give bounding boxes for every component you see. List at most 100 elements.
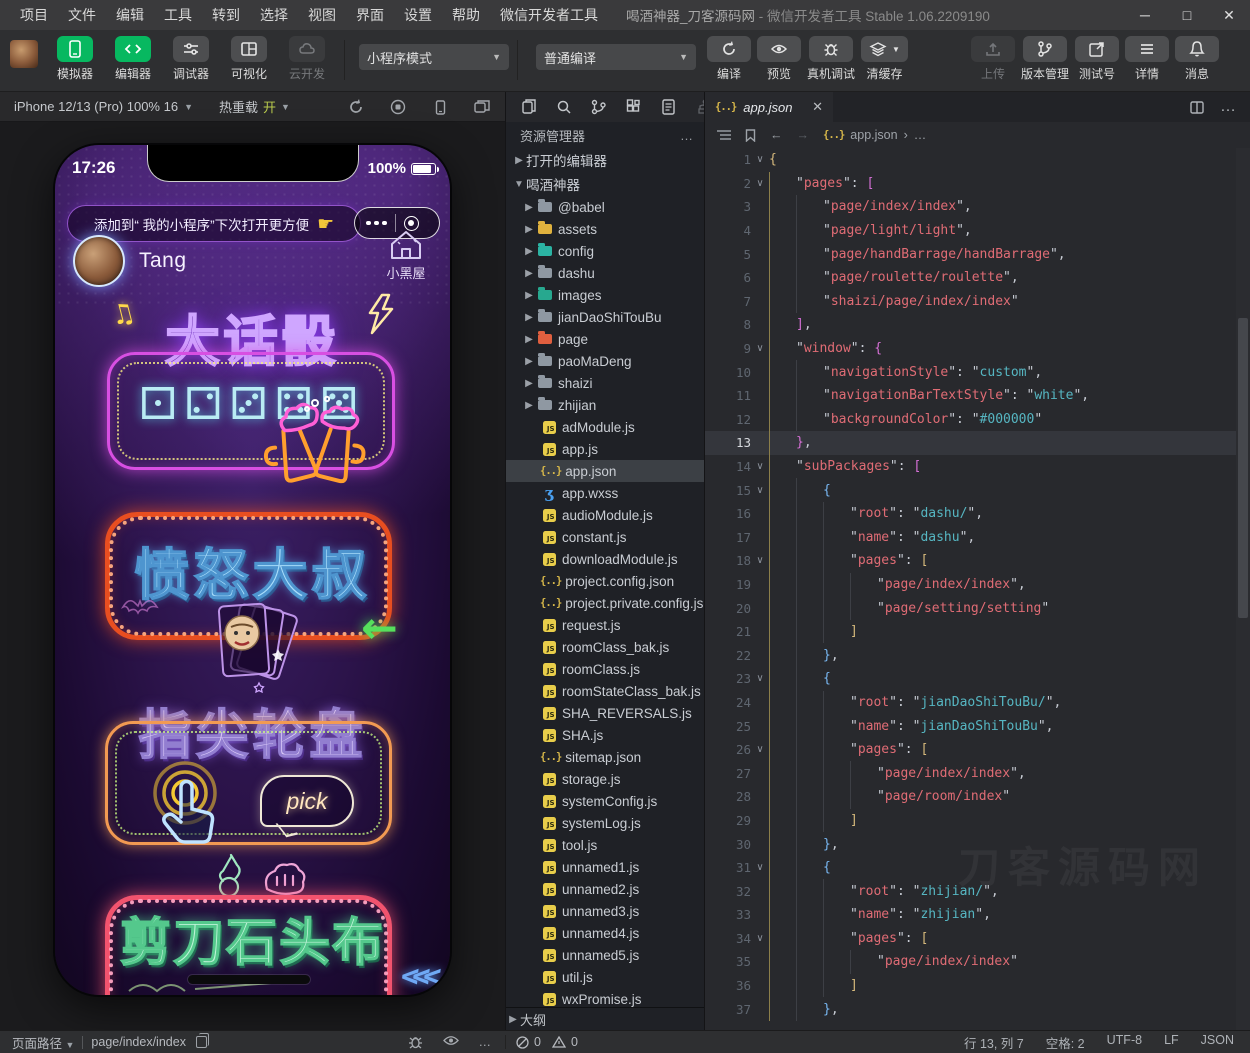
record-icon[interactable] — [389, 98, 407, 116]
menu-7[interactable]: 视图 — [298, 0, 346, 30]
tree-file-roomStateClass_bak.js[interactable]: JS roomStateClass_bak.js — [506, 680, 704, 702]
menu-1[interactable]: 项目 — [10, 0, 58, 30]
fold-chevron-icon[interactable]: ∨ — [751, 862, 769, 873]
minimize-button[interactable]: ─ — [1124, 0, 1166, 30]
preview-eye-icon[interactable] — [442, 1035, 459, 1049]
editor-more-button[interactable]: … — [1220, 98, 1236, 116]
hot-reload-toggle[interactable]: 热重载 开 ▼ — [219, 97, 290, 116]
menu-3[interactable]: 编辑 — [106, 0, 154, 30]
tree-file-app.wxss[interactable]: ʒ app.wxss — [506, 482, 704, 504]
sim-more-button[interactable]: … — [479, 1035, 492, 1049]
tree-file-app.js[interactable]: JS app.js — [506, 438, 704, 460]
tree-file-unnamed3.js[interactable]: JS unnamed3.js — [506, 900, 704, 922]
bug-button[interactable]: 真机调试 — [807, 36, 855, 82]
tree-folder-paoMaDeng[interactable]: ▶ paoMaDeng — [506, 350, 704, 372]
black-room-button[interactable]: 小黑屋 — [374, 229, 438, 282]
outline-list-icon[interactable] — [717, 129, 731, 141]
tree-folder-images[interactable]: ▶ images — [506, 284, 704, 306]
split-editor-icon[interactable] — [1190, 100, 1204, 114]
player-avatar[interactable] — [73, 235, 125, 287]
more-dots-icon[interactable] — [366, 220, 387, 226]
tab-app-json[interactable]: {..} app.json ✕ — [705, 92, 833, 122]
language-mode[interactable]: JSON — [1201, 1033, 1234, 1052]
refresh-icon[interactable] — [347, 98, 365, 116]
tree-file-roomClass_bak.js[interactable]: JS roomClass_bak.js — [506, 636, 704, 658]
tree-file-storage.js[interactable]: JS storage.js — [506, 768, 704, 790]
tree-file-unnamed5.js[interactable]: JS unnamed5.js — [506, 944, 704, 966]
nav-back-icon[interactable]: ← — [770, 128, 783, 142]
tree-folder-page[interactable]: ▶ page — [506, 328, 704, 350]
menu-10[interactable]: 帮助 — [442, 0, 490, 30]
error-count[interactable]: 0 — [534, 1035, 541, 1049]
breadcrumb[interactable]: {..} app.json › … — [823, 128, 926, 142]
fold-chevron-icon[interactable]: ∨ — [751, 744, 769, 755]
details-button[interactable]: 详情 — [1125, 36, 1169, 82]
files-icon[interactable] — [520, 98, 538, 116]
fold-chevron-icon[interactable]: ∨ — [751, 933, 769, 944]
menu-2[interactable]: 文件 — [58, 0, 106, 30]
tree-file-downloadModule.js[interactable]: JS downloadModule.js — [506, 548, 704, 570]
fold-chevron-icon[interactable]: ∨ — [751, 461, 769, 472]
copy-path-icon[interactable] — [195, 1033, 210, 1048]
encoding[interactable]: UTF-8 — [1107, 1033, 1142, 1052]
menu-5[interactable]: 转到 — [202, 0, 250, 30]
opened-editors-section[interactable]: ▶ 打开的编辑器 — [506, 148, 704, 172]
indentation[interactable]: 空格: 2 — [1046, 1033, 1085, 1052]
tree-folder-config[interactable]: ▶ config — [506, 240, 704, 262]
eol[interactable]: LF — [1164, 1033, 1179, 1052]
tree-file-project.private.config.js...[interactable]: {..} project.private.config.js... — [506, 592, 704, 614]
refresh-button[interactable]: 编译 — [707, 36, 751, 82]
tree-folder-shaizi[interactable]: ▶ shaizi — [506, 372, 704, 394]
tree-file-project.config.json[interactable]: {..} project.config.json — [506, 570, 704, 592]
tree-file-constant.js[interactable]: JS constant.js — [506, 526, 704, 548]
sign-jiandaoshitoubu[interactable]: 剪刀石头布 — [55, 901, 450, 975]
tree-file-sitemap.json[interactable]: {..} sitemap.json — [506, 746, 704, 768]
fold-chevron-icon[interactable]: ∨ — [751, 485, 769, 496]
tree-file-util.js[interactable]: JS util.js — [506, 966, 704, 988]
add-to-miniprogram-banner[interactable]: 添加到“ 我的小程序”下次打开更方便 ☛ — [67, 205, 361, 242]
tree-file-unnamed1.js[interactable]: JS unnamed1.js — [506, 856, 704, 878]
eye-button[interactable]: 预览 — [757, 36, 801, 82]
mode-select[interactable]: 小程序模式 ▼ — [359, 44, 509, 70]
tree-file-systemConfig.js[interactable]: JS systemConfig.js — [506, 790, 704, 812]
vconsole-bug-icon[interactable] — [408, 1035, 423, 1049]
fold-chevron-icon[interactable]: ∨ — [751, 343, 769, 354]
search-icon[interactable] — [555, 98, 573, 116]
code-area[interactable]: 1 ∨{2 ∨ "pages": [3 "page/index/index", 4 "pag… — [705, 148, 1236, 1030]
git-icon[interactable] — [590, 98, 608, 116]
layers-button[interactable]: ▼ 清缓存 — [861, 36, 908, 82]
menu-6[interactable]: 选择 — [250, 0, 298, 30]
tree-folder-assets[interactable]: ▶ assets — [506, 218, 704, 240]
tree-folder-@babel[interactable]: ▶ @babel — [506, 196, 704, 218]
cursor-position[interactable]: 行 13, 列 7 — [964, 1033, 1024, 1052]
upload-button[interactable]: 上传 — [970, 36, 1015, 82]
fold-chevron-icon[interactable]: ∨ — [751, 673, 769, 684]
tree-file-systemLog.js[interactable]: JS systemLog.js — [506, 812, 704, 834]
project-root[interactable]: ▼ 喝酒神器 — [506, 172, 704, 196]
cloud-toggle-button[interactable]: 云开发 — [279, 36, 335, 82]
tree-file-unnamed4.js[interactable]: JS unnamed4.js — [506, 922, 704, 944]
tree-folder-dashu[interactable]: ▶ dashu — [506, 262, 704, 284]
fold-chevron-icon[interactable]: ∨ — [751, 555, 769, 566]
warning-count[interactable]: 0 — [571, 1035, 578, 1049]
user-avatar[interactable] — [10, 40, 38, 68]
menu-8[interactable]: 界面 — [346, 0, 394, 30]
menu-9[interactable]: 设置 — [394, 0, 442, 30]
outline-section[interactable]: ▶ 大纲 — [506, 1007, 704, 1030]
bookmark-icon[interactable] — [745, 128, 756, 142]
tree-file-audioModule.js[interactable]: JS audioModule.js — [506, 504, 704, 526]
rotate-phone-icon[interactable] — [431, 98, 449, 116]
scrollbar-thumb[interactable] — [1238, 318, 1248, 618]
tab-close-icon[interactable]: ✕ — [812, 99, 823, 115]
tree-file-adModule.js[interactable]: JS adModule.js — [506, 416, 704, 438]
fold-chevron-icon[interactable]: ∨ — [751, 154, 769, 165]
file-code-icon[interactable] — [660, 98, 678, 116]
external-button[interactable]: 测试号 — [1075, 36, 1119, 82]
tree-folder-jianDaoShiTouBu[interactable]: ▶ jianDaoShiTouBu — [506, 306, 704, 328]
branch-button[interactable]: 版本管理 — [1021, 36, 1069, 82]
code-toggle-button[interactable]: 编辑器 — [105, 36, 161, 82]
phone-toggle-button[interactable]: 模拟器 — [47, 36, 103, 82]
page-path-label[interactable]: 页面路径 ▼ — [12, 1033, 74, 1052]
fold-chevron-icon[interactable]: ∨ — [751, 178, 769, 189]
tree-file-SHA.js[interactable]: JS SHA.js — [506, 724, 704, 746]
